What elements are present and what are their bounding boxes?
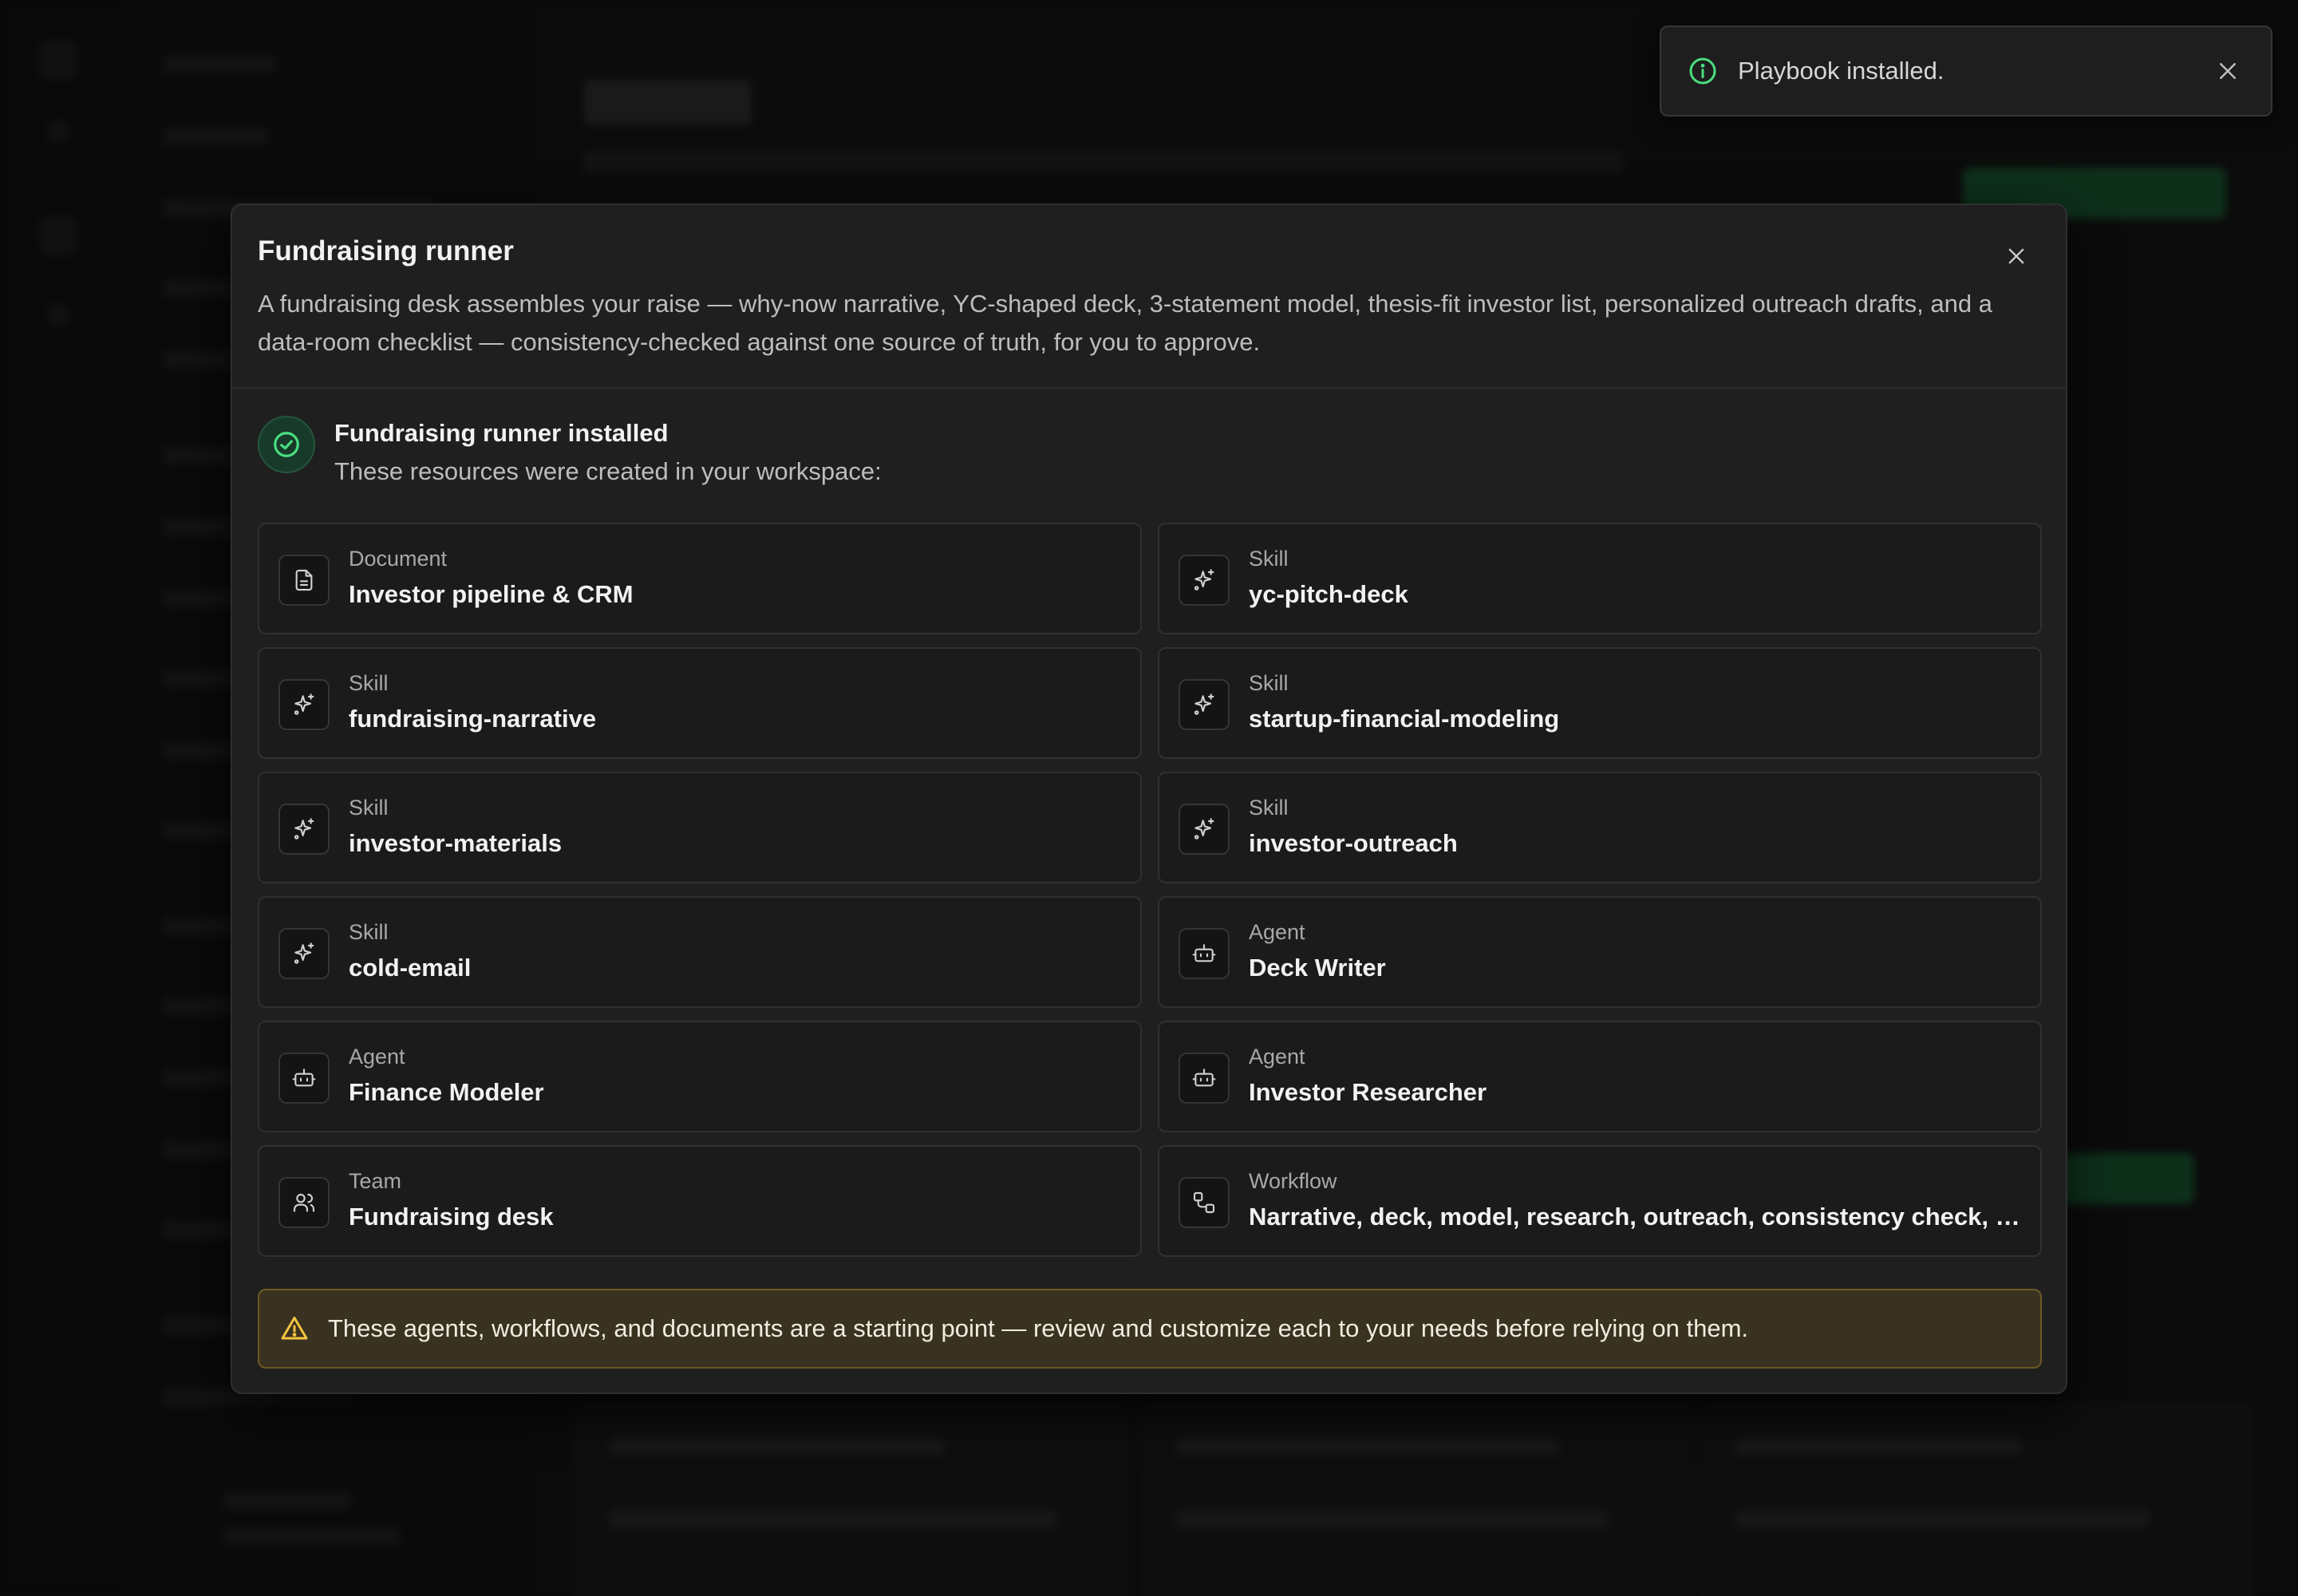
resource-kind: Team	[349, 1169, 402, 1193]
resource-card-skill[interactable]: Skill startup-financial-modeling	[1158, 647, 2042, 759]
resource-card-agent[interactable]: Agent Investor Researcher	[1158, 1021, 2042, 1132]
resource-name: fundraising-narrative	[349, 705, 597, 733]
installed-status: Fundraising runner installed These resou…	[258, 414, 2040, 494]
resource-kind: Skill	[349, 671, 389, 695]
resource-card-skill[interactable]: Skill investor-materials	[258, 772, 1142, 883]
resource-kind: Skill	[1249, 547, 1289, 571]
resource-name: cold-email	[349, 954, 472, 982]
resource-kind: Workflow	[1249, 1169, 1337, 1193]
sparkle-icon	[1179, 679, 1230, 730]
resource-kind: Agent	[349, 1045, 405, 1069]
resource-name: Finance Modeler	[349, 1078, 544, 1106]
toast-close-button[interactable]	[2210, 53, 2245, 89]
resource-card-skill[interactable]: Skill yc-pitch-deck	[1158, 523, 2042, 634]
toast-message: Playbook installed.	[1738, 57, 1945, 85]
resource-card-skill[interactable]: Skill fundraising-narrative	[258, 647, 1142, 759]
sparkle-icon	[1179, 555, 1230, 606]
workflow-icon	[1179, 1177, 1230, 1228]
resource-card-document[interactable]: Document Investor pipeline & CRM	[258, 523, 1142, 634]
resource-card-team[interactable]: Team Fundraising desk	[258, 1145, 1142, 1257]
sparkle-icon	[278, 928, 330, 979]
bot-icon	[1179, 1053, 1230, 1104]
warning-triangle-icon	[278, 1313, 310, 1345]
resource-kind: Document	[349, 547, 448, 571]
dialog-header: Fundraising runner A fundraising desk as…	[232, 205, 2066, 389]
close-icon	[2220, 63, 2236, 79]
resource-kind: Agent	[1249, 920, 1305, 944]
sparkle-icon	[278, 804, 330, 855]
resource-name: Narrative, deck, model, research, outrea…	[1249, 1203, 2023, 1231]
playbook-installed-dialog: Fundraising runner A fundraising desk as…	[231, 203, 2067, 1394]
sparkle-icon	[1179, 804, 1230, 855]
bot-icon	[1179, 928, 1230, 979]
installed-title: Fundraising runner installed	[334, 419, 669, 447]
resource-name: Fundraising desk	[349, 1203, 554, 1231]
info-icon	[1687, 55, 1719, 87]
warning-banner: These agents, workflows, and documents a…	[258, 1289, 2042, 1369]
check-circle-icon	[258, 416, 315, 473]
resource-name: Deck Writer	[1249, 954, 1386, 982]
resource-name: Investor Researcher	[1249, 1078, 1487, 1106]
sparkle-icon	[278, 679, 330, 730]
dialog-close-button[interactable]	[1999, 239, 2034, 274]
resource-name: startup-financial-modeling	[1249, 705, 1560, 733]
resource-kind: Skill	[349, 796, 389, 820]
close-icon	[2008, 248, 2024, 264]
resource-name: yc-pitch-deck	[1249, 580, 1408, 608]
warning-text: These agents, workflows, and documents a…	[328, 1314, 1749, 1342]
resource-card-workflow[interactable]: Workflow Narrative, deck, model, research…	[1158, 1145, 2042, 1257]
toast-notification: Playbook installed.	[1660, 26, 2272, 117]
resource-kind: Skill	[1249, 796, 1289, 820]
installed-subtitle: These resources were created in your wor…	[334, 457, 882, 485]
resource-name: investor-outreach	[1249, 829, 1458, 857]
users-icon	[278, 1177, 330, 1228]
resource-grid: Document Investor pipeline & CRM Skill yc-p…	[258, 523, 2042, 1257]
resource-kind: Skill	[1249, 671, 1289, 695]
document-icon	[278, 555, 330, 606]
dialog-title: Fundraising runner	[258, 235, 514, 267]
resource-card-skill[interactable]: Skill cold-email	[258, 896, 1142, 1008]
resource-card-agent[interactable]: Agent Finance Modeler	[258, 1021, 1142, 1132]
bot-icon	[278, 1053, 330, 1104]
dialog-description: A fundraising desk assembles your raise …	[258, 290, 1992, 356]
resource-kind: Skill	[349, 920, 389, 944]
resource-kind: Agent	[1249, 1045, 1305, 1069]
resource-card-skill[interactable]: Skill investor-outreach	[1158, 772, 2042, 883]
resource-name: investor-materials	[349, 829, 563, 857]
resource-name: Investor pipeline & CRM	[349, 580, 634, 608]
resource-card-agent[interactable]: Agent Deck Writer	[1158, 896, 2042, 1008]
